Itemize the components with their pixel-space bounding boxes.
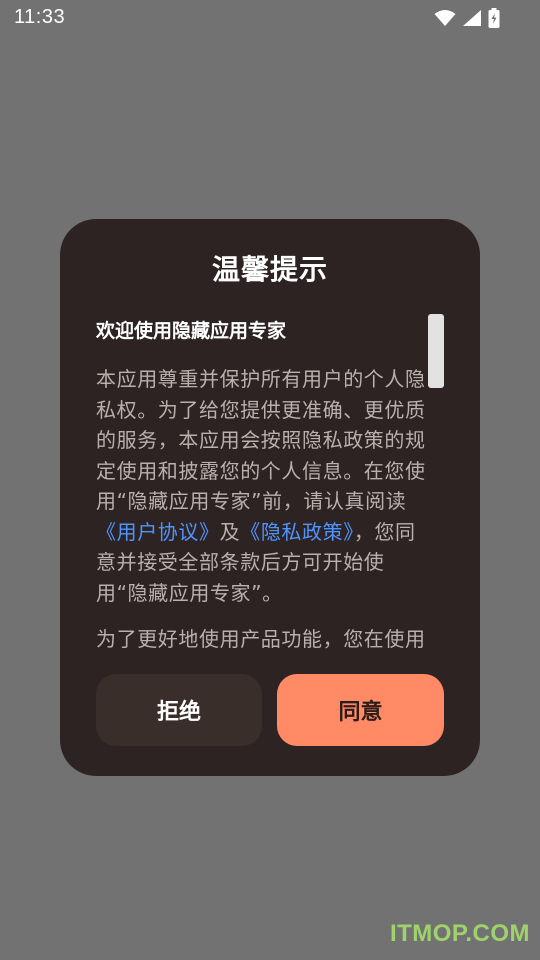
reject-button[interactable]: 拒绝 xyxy=(96,674,262,746)
signal-icon xyxy=(462,9,482,27)
status-time: 11:33 xyxy=(14,6,66,28)
content-heading: 欢迎使用隐藏应用专家 xyxy=(96,320,287,342)
second-paragraph: 为了更好地使用产品功能，您在使用 xyxy=(96,627,426,650)
watermark: ITMOP.COM xyxy=(389,920,530,947)
privacy-policy-link[interactable]: 《隐私政策》 xyxy=(240,520,354,544)
status-bar: 11:33 xyxy=(0,0,540,36)
paragraph-text-start: 本应用尊重并保护所有用户的个人隐私权。为了给您提供更准确、更优质的服务，本应用会… xyxy=(96,367,426,513)
scrollbar-thumb[interactable] xyxy=(428,314,444,388)
dialog-content-scroll[interactable]: 欢迎使用隐藏应用专家 本应用尊重并保护所有用户的个人隐私权。为了给您提供更准确、… xyxy=(96,312,441,650)
battery-charging-icon xyxy=(488,8,500,28)
and-text: 及 xyxy=(219,519,241,544)
privacy-paragraph: 本应用尊重并保护所有用户的个人隐私权。为了给您提供更准确、更优质的服务，本应用会… xyxy=(96,364,436,608)
dialog-title: 温馨提示 xyxy=(211,253,328,286)
status-icons xyxy=(434,8,500,28)
user-agreement-link[interactable]: 《用户协议》 xyxy=(96,520,220,544)
wifi-icon xyxy=(434,9,456,27)
agree-button[interactable]: 同意 xyxy=(277,674,444,746)
